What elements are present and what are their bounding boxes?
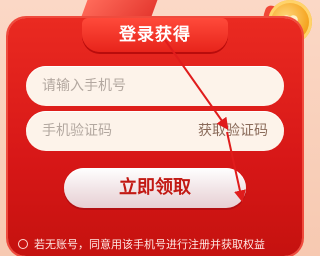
agreement-text: 若无账号，同意用该手机号进行注册并获取权益 [34,238,265,251]
login-title: 登录获得 [82,18,228,52]
phone-input[interactable]: 请输入手机号 [26,66,284,106]
phone-placeholder: 请输入手机号 [42,78,126,94]
code-input[interactable]: 手机验证码 获取验证码 [26,111,284,151]
agreement-row[interactable]: 若无账号，同意用该手机号进行注册并获取权益 [18,236,302,252]
get-code-button[interactable]: 获取验证码 [198,111,268,151]
code-placeholder: 手机验证码 [42,123,112,139]
claim-button[interactable]: 立即领取 [64,168,246,208]
radio-icon[interactable] [18,239,28,249]
